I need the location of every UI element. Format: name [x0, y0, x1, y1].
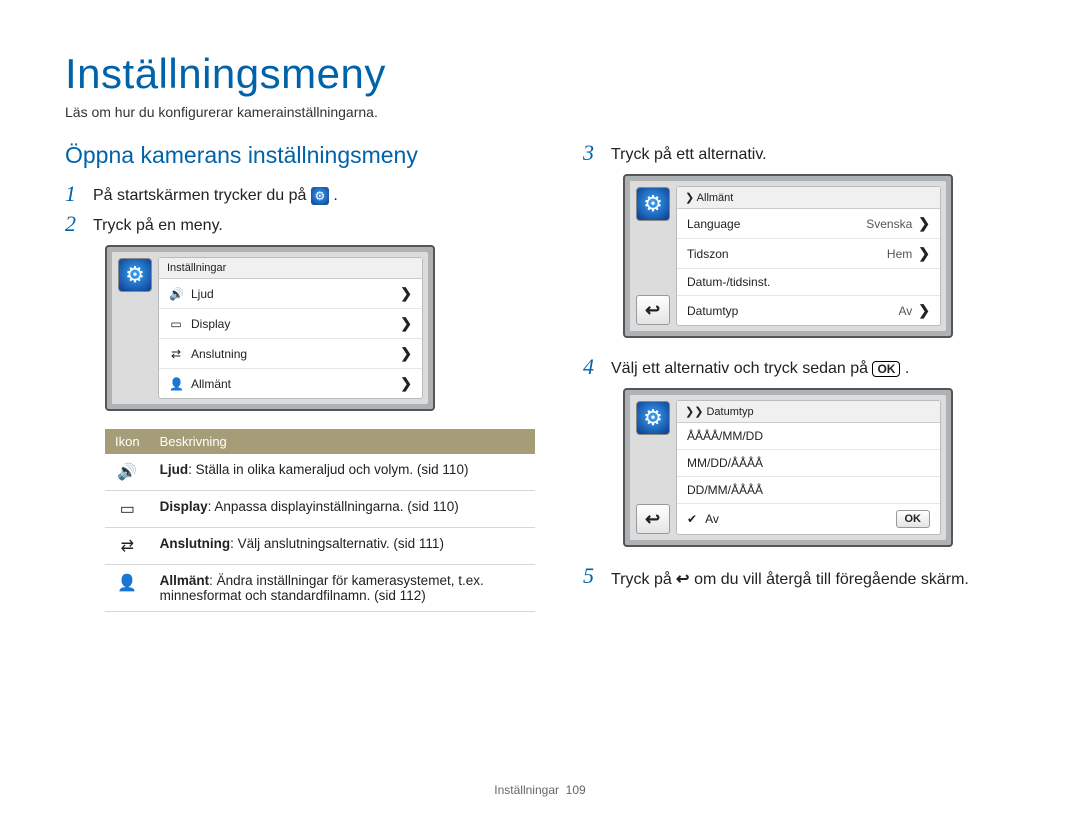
step-3: 3 Tryck på ett alternativ. [583, 142, 1015, 164]
list-item-label: Datumtyp [687, 304, 738, 318]
list-item-label: Datum-/tidsinst. [687, 275, 770, 289]
list-item-label: Tidszon [687, 247, 729, 261]
step-4-text-post: . [905, 360, 909, 377]
display-icon: ▭ [169, 317, 183, 331]
list-item-value: Av [898, 304, 912, 318]
list-item-value: Hem [887, 247, 912, 261]
list-item-label: Language [687, 217, 740, 231]
step-5: 5 Tryck på ↪ om du vill återgå till före… [583, 565, 1015, 589]
list-item[interactable]: 🔊 Ljud ❯ [159, 279, 422, 309]
page-title: Inställningsmeny [65, 50, 1015, 98]
list-item[interactable]: Language Svenska ❯ [677, 209, 940, 239]
list-item[interactable]: 👤 Allmänt ❯ [159, 369, 422, 398]
row-desc: : Ställa in olika kameraljud och volym. … [188, 462, 468, 477]
step-5-text-post: om du vill återgå till föregående skärm. [694, 571, 969, 588]
person-icon: 👤 [169, 377, 183, 391]
list-item-label: Ljud [191, 287, 214, 301]
row-desc: : Välj anslutningsalternativ. (sid 111) [230, 536, 444, 551]
step-2-text: Tryck på en meny. [93, 213, 535, 235]
step-number: 3 [583, 142, 611, 164]
list-item[interactable]: Tidszon Hem ❯ [677, 239, 940, 269]
table-row: ⇄ Anslutning: Välj anslutningsalternativ… [105, 528, 535, 565]
back-button[interactable]: ↪ [636, 295, 670, 325]
row-desc: : Ändra inställningar för kamerasystemet… [160, 573, 484, 603]
list-item[interactable]: ⇄ Anslutning ❯ [159, 339, 422, 369]
list-item-value: Svenska [866, 217, 912, 231]
check-icon: ✔ [687, 512, 697, 526]
step-2: 2 Tryck på en meny. [65, 213, 535, 235]
list-item[interactable]: Datum-/tidsinst. [677, 269, 940, 296]
back-icon: ↪ [645, 509, 660, 530]
list-item[interactable]: Datumtyp Av ❯ [677, 296, 940, 325]
display-icon: ▭ [105, 491, 150, 528]
chevron-right-icon: ❯ [918, 245, 930, 261]
list-item[interactable]: DD/MM/ÅÅÅÅ [677, 477, 940, 504]
footer-page: 109 [566, 783, 586, 797]
person-icon: 👤 [105, 565, 150, 612]
list-item-selected[interactable]: ✔ Av OK [677, 504, 940, 534]
screen-header: Inställningar [159, 258, 422, 279]
screen-breadcrumb: ❯ Allmänt [677, 187, 940, 209]
section-heading: Öppna kamerans inställningsmeny [65, 142, 535, 169]
option-label: ÅÅÅÅ/MM/DD [687, 429, 763, 443]
chevron-right-icon: ❯ [400, 375, 412, 392]
page-footer: Inställningar 109 [0, 783, 1080, 797]
row-term: Anslutning [160, 536, 231, 551]
connection-icon: ⇄ [105, 528, 150, 565]
chevron-right-icon: ❯ [400, 315, 412, 332]
ok-icon: OK [872, 361, 900, 377]
step-number: 5 [583, 565, 611, 587]
icon-description-table: Ikon Beskrivning 🔊 Ljud: Ställa in olika… [105, 429, 535, 612]
list-item-label: Allmänt [191, 377, 231, 391]
step-number: 1 [65, 183, 93, 205]
step-1: 1 På startskärmen trycker du på . [65, 183, 535, 205]
screen-general: ↪ ❯ Allmänt Language Svenska ❯ Tidszon He… [623, 174, 953, 338]
table-row: ▭ Display: Anpassa displayinställningarn… [105, 491, 535, 528]
step-4-text-pre: Välj ett alternativ och tryck sedan på [611, 360, 872, 377]
step-1-text-pre: På startskärmen trycker du på [93, 187, 311, 204]
step-5-text-pre: Tryck på [611, 571, 676, 588]
gear-icon [311, 187, 329, 205]
step-number: 2 [65, 213, 93, 235]
row-term: Ljud [160, 462, 189, 477]
list-item-label: Display [191, 317, 230, 331]
list-item[interactable]: ÅÅÅÅ/MM/DD [677, 423, 940, 450]
table-row: 👤 Allmänt: Ändra inställningar för kamer… [105, 565, 535, 612]
chevron-right-icon: ❯ [918, 215, 930, 231]
chevron-right-icon: ❯ [918, 302, 930, 318]
gear-icon[interactable] [636, 401, 670, 435]
table-header-desc: Beskrivning [150, 429, 535, 454]
gear-icon[interactable] [636, 187, 670, 221]
option-label: Av [705, 512, 719, 526]
table-header-icon: Ikon [105, 429, 150, 454]
step-3-text: Tryck på ett alternativ. [611, 142, 1015, 164]
screen-settings-main: Inställningar 🔊 Ljud ❯ ▭ Display ❯ ⇄ Anslut… [105, 245, 435, 411]
list-item[interactable]: ▭ Display ❯ [159, 309, 422, 339]
screen-breadcrumb: ❯❯ Datumtyp [677, 401, 940, 423]
page-subtitle: Läs om hur du konfigurerar kamerainställ… [65, 104, 1015, 120]
gear-icon[interactable] [118, 258, 152, 292]
step-1-text-post: . [333, 187, 337, 204]
connection-icon: ⇄ [169, 347, 183, 361]
row-desc: : Anpassa displayinställningarna. (sid 1… [208, 499, 459, 514]
list-item-label: Anslutning [191, 347, 247, 361]
option-label: MM/DD/ÅÅÅÅ [687, 456, 763, 470]
list-item[interactable]: MM/DD/ÅÅÅÅ [677, 450, 940, 477]
chevron-right-icon: ❯ [400, 345, 412, 362]
table-row: 🔊 Ljud: Ställa in olika kameraljud och v… [105, 454, 535, 491]
chevron-right-icon: ❯ [400, 285, 412, 302]
option-label: DD/MM/ÅÅÅÅ [687, 483, 763, 497]
back-button[interactable]: ↪ [636, 504, 670, 534]
row-term: Allmänt [160, 573, 210, 588]
back-icon: ↪ [676, 569, 689, 589]
sound-icon: 🔊 [169, 287, 183, 301]
screen-datetype: ↪ ❯❯ Datumtyp ÅÅÅÅ/MM/DD MM/DD/ÅÅÅÅ DD/M… [623, 388, 953, 547]
row-term: Display [160, 499, 208, 514]
step-4: 4 Välj ett alternativ och tryck sedan på… [583, 356, 1015, 378]
ok-button[interactable]: OK [896, 510, 931, 528]
back-icon: ↪ [645, 300, 660, 321]
footer-label: Inställningar [494, 783, 559, 797]
step-number: 4 [583, 356, 611, 378]
sound-icon: 🔊 [105, 454, 150, 491]
